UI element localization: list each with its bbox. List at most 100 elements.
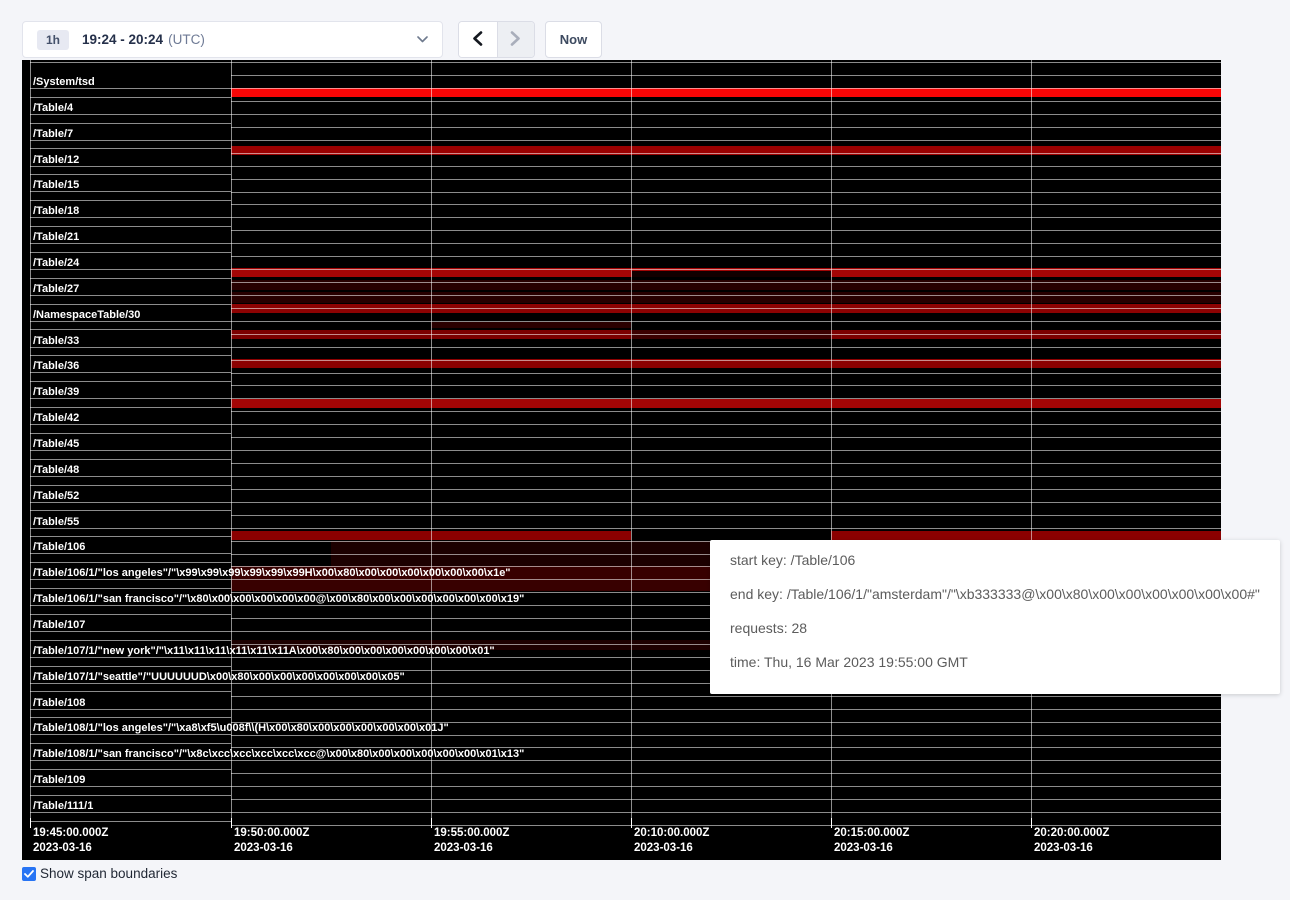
span-boundary-line [30, 734, 231, 735]
chevron-left-icon [472, 31, 483, 49]
row-label: /Table/4 [33, 103, 73, 114]
show-span-boundaries-checkbox[interactable] [22, 867, 36, 881]
x-axis-tick [631, 818, 632, 828]
span-boundary-line [30, 148, 231, 149]
x-axis-date: 2023-03-16 [834, 842, 909, 855]
gridline-horizontal [231, 204, 1221, 205]
row-label: /Table/107/1/"new york"/"\x11\x11\x11\x1… [33, 646, 495, 657]
span-boundary-line [30, 243, 231, 244]
row-label: /Table/21 [33, 232, 79, 243]
next-time-button[interactable] [497, 22, 535, 57]
gridline-horizontal [231, 411, 1221, 412]
span-boundary-line [30, 372, 231, 373]
span-boundary-line [30, 252, 231, 253]
gridline-horizontal [231, 256, 1221, 257]
gridline-horizontal [231, 230, 1221, 231]
gridline-horizontal [231, 166, 1221, 167]
row-label: /Table/106/1/"los angeles"/"\x99\x99\x99… [33, 568, 511, 579]
span-boundary-line [30, 614, 231, 615]
span-boundary-line [30, 226, 231, 227]
gridline-horizontal [231, 424, 1221, 425]
span-boundary-line [30, 476, 231, 477]
x-axis-date: 2023-03-16 [434, 842, 509, 855]
time-nav-group [458, 21, 535, 58]
prev-time-button[interactable] [459, 22, 497, 57]
row-label: /NamespaceTable/30 [33, 310, 140, 321]
chevron-right-icon [510, 31, 521, 49]
span-boundary-line [30, 424, 231, 425]
span-boundary-line [30, 329, 231, 330]
row-label: /Table/36 [33, 361, 79, 372]
check-icon [24, 865, 34, 883]
x-axis-time: 19:55:00.000Z [434, 827, 509, 840]
gridline-horizontal [231, 825, 1221, 826]
gridline-horizontal [231, 735, 1221, 736]
gridline-horizontal [231, 450, 1221, 451]
x-axis-time: 20:15:00.000Z [834, 827, 909, 840]
span-boundary-line [30, 588, 231, 589]
gridline-horizontal [231, 88, 1221, 89]
span-boundary-line [30, 97, 231, 98]
span-boundary-line [30, 433, 231, 434]
gridline-horizontal [231, 786, 1221, 787]
span-boundary-line [30, 510, 231, 511]
time-range-label: 19:24 - 20:24 [82, 32, 163, 47]
x-axis-tick [831, 818, 832, 828]
tooltip-requests: requests: 28 [730, 621, 1260, 635]
heat-band [231, 292, 1221, 303]
gridline-horizontal [231, 75, 1221, 76]
span-boundary-line [30, 174, 231, 175]
span-boundary-line [30, 553, 231, 554]
heat-band [431, 322, 631, 328]
span-boundary-line [30, 717, 231, 718]
gridline-horizontal [231, 282, 1221, 283]
row-label: /Table/33 [33, 336, 79, 347]
gridline-horizontal [231, 127, 1221, 128]
row-label: /Table/24 [33, 258, 79, 269]
span-boundary-line [30, 459, 231, 460]
span-boundary-line [30, 217, 231, 218]
row-label: /Table/109 [33, 775, 85, 786]
span-boundary-line [30, 605, 231, 606]
row-label: /Table/7 [33, 129, 73, 140]
x-axis-time: 19:45:00.000Z [33, 827, 108, 840]
gridline-horizontal [231, 812, 1221, 813]
timezone-label: (UTC) [168, 32, 205, 47]
chevron-down-icon [417, 36, 428, 43]
span-tooltip: start key: /Table/106 end key: /Table/10… [710, 540, 1280, 694]
gridline-vertical [631, 60, 632, 828]
gridline-horizontal [231, 269, 1221, 270]
x-axis-tick [1031, 818, 1032, 828]
row-label: /Table/111/1 [33, 801, 93, 812]
gridline-vertical [30, 60, 31, 828]
row-label: /Table/107/1/"seattle"/"UUUUUUD\x00\x80\… [33, 672, 405, 683]
span-boundary-line [30, 355, 231, 356]
gridline-horizontal [231, 489, 1221, 490]
row-label: /Table/55 [33, 517, 79, 528]
gridline-horizontal [231, 373, 1221, 374]
row-label: /Table/18 [33, 206, 79, 217]
now-button[interactable]: Now [545, 21, 602, 58]
gridline-horizontal [231, 308, 1221, 309]
show-span-boundaries-label[interactable]: Show span boundaries [40, 866, 177, 881]
gridline-horizontal [231, 799, 1221, 800]
heat-band [831, 531, 1221, 540]
row-label: /Table/52 [33, 491, 79, 502]
x-axis-date: 2023-03-16 [33, 842, 108, 855]
time-range-select[interactable]: 1h 19:24 - 20:24 (UTC) [22, 21, 443, 58]
gridline-horizontal [231, 62, 1221, 63]
gridline-horizontal [231, 153, 1221, 154]
row-label: /Table/45 [33, 439, 79, 450]
span-boundary-line [30, 743, 231, 744]
key-visualizer-canvas[interactable]: /System/tsd/Table/4/Table/7/Table/12/Tab… [22, 60, 1221, 860]
span-boundary-line [30, 200, 231, 201]
span-boundary-line [30, 769, 231, 770]
span-boundary-line [30, 579, 231, 580]
x-axis-date: 2023-03-16 [634, 842, 709, 855]
gridline-vertical [431, 60, 432, 828]
x-axis-label: 19:50:00.000Z2023-03-16 [234, 827, 309, 855]
span-boundary-line [30, 760, 231, 761]
gridline-horizontal [231, 295, 1221, 296]
span-boundary-line [30, 683, 231, 684]
heat-band [632, 271, 831, 277]
